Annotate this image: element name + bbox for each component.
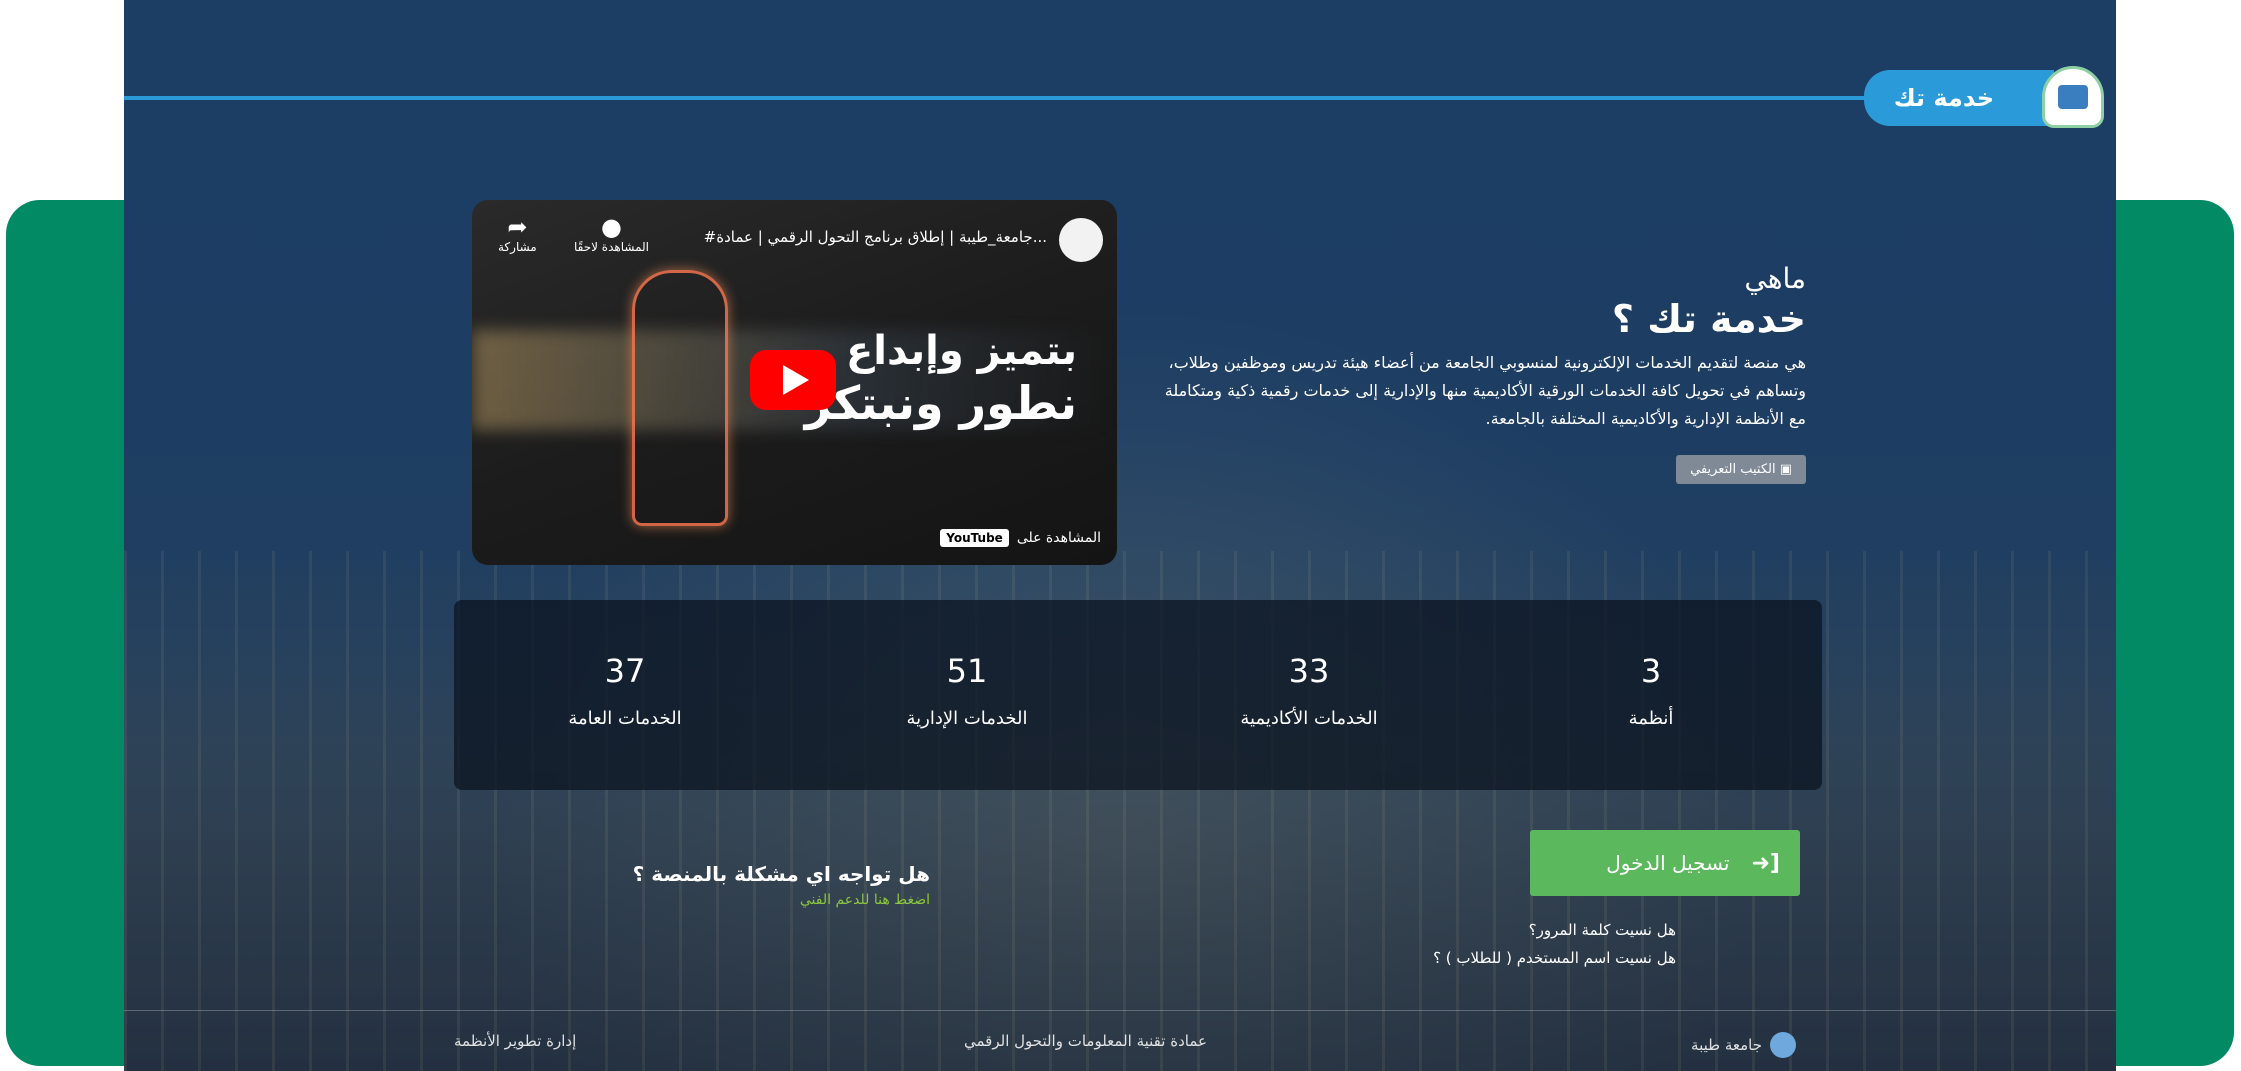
footer-university[interactable]: جامعة طيبة xyxy=(1691,1032,1796,1058)
support-link[interactable]: اضغط هنا للدعم الفني xyxy=(450,892,930,908)
youtube-video-embed[interactable]: #جامعة_طيبة | إطلاق برنامج التحول الرقمي… xyxy=(472,200,1117,565)
forgot-links: هل نسيت كلمة المرور؟ هل نسيت اسم المستخد… xyxy=(1433,916,1676,972)
sign-in-icon: ➜] xyxy=(1751,850,1781,876)
university-logo-icon xyxy=(1770,1032,1796,1058)
footer-deanship-link[interactable]: عمادة تقنية المعلومات والتحول الرقمي xyxy=(964,1032,1207,1050)
footer-divider xyxy=(124,1010,2116,1011)
brochure-button[interactable]: ▣ الكتيب التعريفي xyxy=(1676,455,1806,484)
youtube-logo-icon: YouTube xyxy=(940,529,1009,547)
person-outline-graphic xyxy=(632,270,728,526)
share-arrow-icon: ➦ xyxy=(507,213,528,241)
brand-logo-icon xyxy=(2042,66,2104,128)
stat-administrative-services: 51 الخدمات الإدارية xyxy=(906,652,1028,729)
about-pretitle: ماهي xyxy=(1744,262,1806,295)
about-section: ماهي خدمة تك ؟ هي منصة لتقديم الخدمات ال… xyxy=(1146,262,1806,484)
login-button[interactable]: تسجيل الدخول ➜] xyxy=(1530,830,1800,896)
about-title: خدمة تك ؟ xyxy=(1611,297,1806,341)
support-section: هل تواجه اي مشكلة بالمنصة ؟ اضغط هنا للد… xyxy=(450,862,930,908)
stat-systems: 3 أنظمة xyxy=(1628,652,1674,729)
watch-on-youtube[interactable]: YouTube المشاهدة على xyxy=(940,529,1101,547)
video-title[interactable]: #جامعة_طيبة | إطلاق برنامج التحول الرقمي… xyxy=(627,228,1047,246)
stats-panel: 3 أنظمة 33 الخدمات الأكاديمية 51 الخدمات… xyxy=(454,600,1822,790)
clock-icon: ● xyxy=(601,213,622,241)
forgot-username-link[interactable]: هل نسيت اسم المستخدم ( للطلاب ) ؟ xyxy=(1433,944,1676,972)
website-screenshot: خدمة تك #جامعة_طيبة | إطلاق برنامج التحو… xyxy=(124,0,2116,1071)
brand-name: خدمة تك xyxy=(1864,70,2054,126)
book-icon: ▣ xyxy=(1775,462,1792,477)
watch-later-button[interactable]: ● المشاهدة لاحقًا xyxy=(574,214,649,254)
brand-header[interactable]: خدمة تك xyxy=(1864,66,2104,128)
video-slogan-line1: بتميز وإبداع xyxy=(845,328,1077,374)
about-description: هي منصة لتقديم الخدمات الإلكترونية لمنسو… xyxy=(1164,353,1806,428)
video-slogan-line2: نطور ونبتكر xyxy=(804,376,1077,430)
support-title: هل تواجه اي مشكلة بالمنصة ؟ xyxy=(632,862,930,886)
forgot-password-link[interactable]: هل نسيت كلمة المرور؟ xyxy=(1433,916,1676,944)
stat-academic-services: 33 الخدمات الأكاديمية xyxy=(1240,652,1378,729)
share-button[interactable]: ➦ مشاركة xyxy=(498,214,537,254)
channel-avatar[interactable] xyxy=(1059,218,1103,262)
play-button-icon[interactable] xyxy=(750,350,836,410)
footer-systems-link[interactable]: إدارة تطوير الأنظمة xyxy=(454,1032,576,1050)
header-line xyxy=(124,96,1879,100)
stat-general-services: 37 الخدمات العامة xyxy=(568,652,682,729)
